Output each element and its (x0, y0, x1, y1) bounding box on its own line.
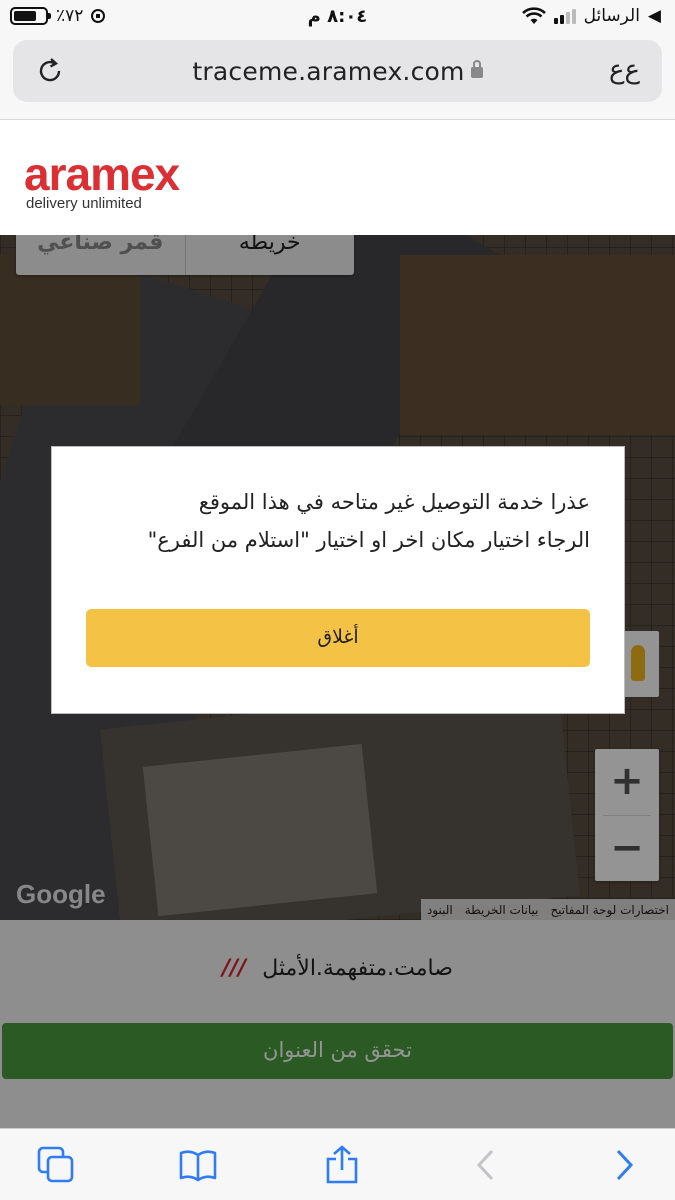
back-arrow-icon[interactable]: ◀ (648, 6, 661, 26)
back-to-app-label[interactable]: الرسائل (584, 6, 640, 26)
dialog-message-line-1: عذرا خدمة التوصيل غير متاحه في هذا الموق… (198, 490, 590, 514)
share-icon[interactable] (322, 1145, 362, 1185)
dialog-message: عذرا خدمة التوصيل غير متاحه في هذا الموق… (80, 483, 590, 559)
url-display[interactable]: traceme.aramex.com (13, 57, 662, 86)
dialog-message-line-2: الرجاء اختيار مكان اخر او اختيار "استلام… (147, 528, 590, 552)
browser-toolbar (0, 1128, 675, 1200)
lock-icon (470, 60, 483, 78)
reader-options-button[interactable]: ﻉﻉ (609, 55, 640, 85)
status-right: الرسائل ◀ (521, 6, 661, 26)
site-header: aramex delivery unlimited (0, 121, 675, 235)
signal-icon (553, 8, 576, 24)
url-text: traceme.aramex.com (192, 57, 465, 86)
address-bar[interactable]: traceme.aramex.com ﻉﻉ (13, 40, 662, 102)
forward-icon[interactable] (604, 1145, 644, 1185)
bookmarks-icon[interactable] (178, 1145, 218, 1185)
status-bar: ٪٧٢ ٨:٠٤ م الرسائل ◀ (0, 0, 675, 36)
close-dialog-button[interactable]: أغلاق (86, 609, 590, 667)
browser-address-area: traceme.aramex.com ﻉﻉ (0, 36, 675, 120)
wifi-icon (521, 7, 546, 24)
delivery-unavailable-dialog: عذرا خدمة التوصيل غير متاحه في هذا الموق… (51, 446, 625, 714)
back-icon[interactable] (466, 1145, 506, 1185)
aramex-logo[interactable]: aramex delivery unlimited (24, 148, 180, 212)
logo-wordmark: aramex (24, 148, 180, 200)
tabs-icon[interactable] (36, 1145, 76, 1185)
